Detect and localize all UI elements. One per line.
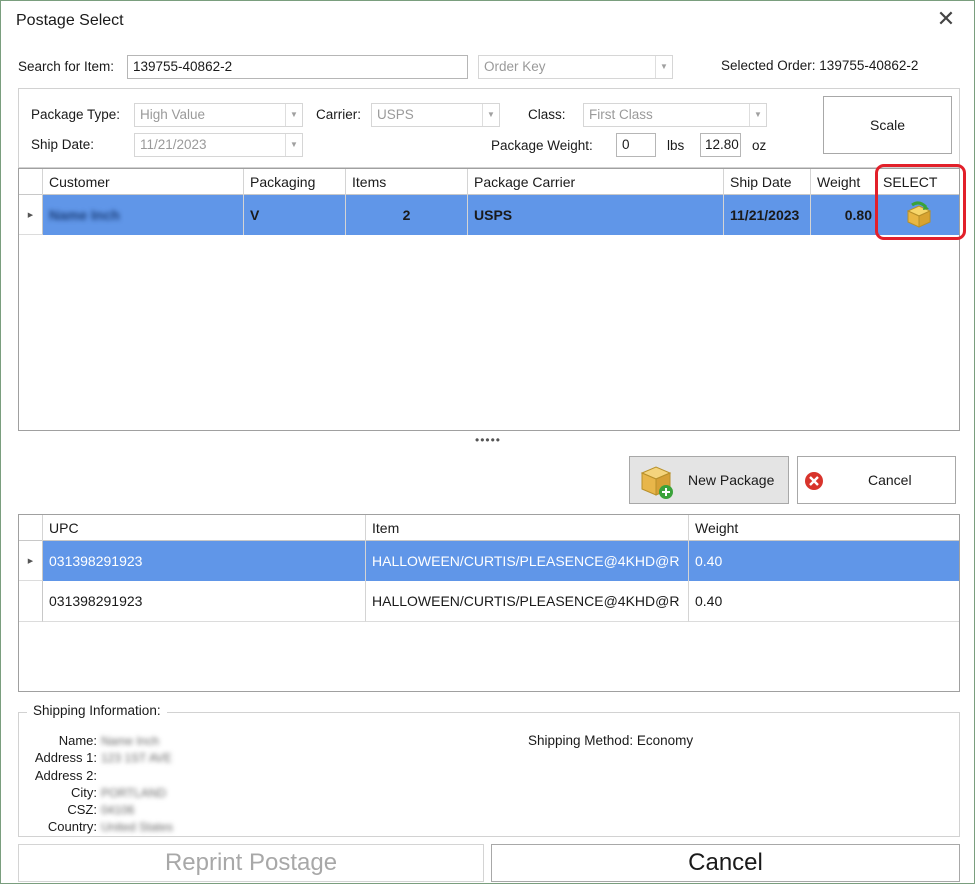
ship-date-picker[interactable]: 11/21/2023 ▼: [134, 133, 303, 157]
ship-date-cell: 11/21/2023: [724, 195, 811, 235]
cancel-package-label: Cancel: [868, 472, 912, 488]
lbs-unit-label: lbs: [667, 138, 685, 153]
splitter-handle[interactable]: •••••: [475, 433, 501, 447]
row-header-corner: [19, 515, 43, 541]
col-upc[interactable]: UPC: [43, 515, 366, 541]
carrier-value: USPS: [377, 107, 414, 122]
items-grid-header: UPC Item Weight: [19, 515, 959, 541]
row-indicator-icon: ▶: [19, 195, 43, 235]
carrier-label: Carrier:: [316, 107, 362, 122]
orders-grid-header: Customer Packaging Items Package Carrier…: [19, 169, 959, 195]
shipping-method: Shipping Method: Economy: [528, 733, 694, 748]
cancel-package-button[interactable]: Cancel: [797, 456, 956, 504]
city-value: PORTLAND: [101, 786, 167, 800]
address2-label: Address 2:: [34, 768, 97, 783]
address1-label: Address 1:: [34, 750, 97, 765]
col-customer[interactable]: Customer: [43, 169, 244, 195]
col-items[interactable]: Items: [346, 169, 468, 195]
col-ship-date[interactable]: Ship Date: [724, 169, 811, 195]
window-title: Postage Select: [16, 12, 124, 29]
chevron-down-icon: ▼: [482, 104, 499, 126]
package-type-select[interactable]: High Value ▼: [134, 103, 303, 127]
col-packaging[interactable]: Packaging: [244, 169, 346, 195]
new-package-label: New Package: [688, 472, 775, 488]
search-key-combo[interactable]: Order Key ▼: [478, 55, 673, 79]
title-bar: Postage Select ✕: [1, 1, 974, 41]
country-label: Country:: [47, 819, 97, 834]
country-value: United States: [101, 820, 174, 834]
row-header-corner: [19, 169, 43, 195]
select-highlight-annotation: [875, 164, 966, 240]
cancel-button[interactable]: Cancel: [491, 844, 960, 882]
items-grid: UPC Item Weight ▶ 031398291923 HALLOWEEN…: [18, 514, 960, 692]
class-label: Class:: [528, 107, 566, 122]
chevron-down-icon: ▼: [285, 104, 302, 126]
item-cell: HALLOWEEN/CURTIS/PLEASENCE@4KHD@R: [366, 581, 689, 622]
shipping-info-legend: Shipping Information:: [27, 703, 167, 718]
weight-lbs-input[interactable]: 0: [616, 133, 656, 157]
reprint-postage-button[interactable]: Reprint Postage: [18, 844, 484, 882]
col-item-weight[interactable]: Weight: [689, 515, 959, 541]
table-row[interactable]: ▶ 031398291923 HALLOWEEN/CURTIS/PLEASENC…: [19, 541, 959, 581]
name-label: Name:: [58, 733, 97, 748]
items-cell: 2: [346, 195, 468, 235]
name-value: Name Inch: [101, 734, 160, 748]
chevron-down-icon: ▼: [655, 56, 672, 78]
customer-name: Name Inch: [49, 207, 120, 223]
item-weight-cell: 0.40: [695, 553, 723, 569]
class-select[interactable]: First Class ▼: [583, 103, 767, 127]
upc-cell: 031398291923: [43, 541, 366, 581]
oz-unit-label: oz: [752, 138, 767, 153]
col-item[interactable]: Item: [366, 515, 689, 541]
selected-order-label: Selected Order: 139755-40862-2: [721, 58, 919, 73]
item-weight-cell: 0.40: [689, 581, 959, 622]
upc-cell: 031398291923: [43, 581, 366, 622]
new-package-icon: [640, 466, 673, 499]
packaging-cell: V: [244, 195, 346, 235]
ship-date-label: Ship Date:: [31, 137, 95, 152]
search-key-combo-value: Order Key: [484, 59, 546, 74]
customer-cell: Name Inch: [43, 195, 244, 235]
package-weight-label: Package Weight:: [491, 138, 593, 153]
scale-button[interactable]: Scale: [823, 96, 952, 154]
weight-oz-input[interactable]: 12.80: [700, 133, 741, 157]
table-row[interactable]: ▶ Name Inch V 2 USPS 11/21/2023 0.80: [19, 195, 959, 235]
item-cell: HALLOWEEN/CURTIS/PLEASENCE@4KHD@R: [366, 541, 689, 581]
search-input[interactable]: 139755-40862-2: [127, 55, 468, 79]
row-indicator-icon: ▶: [19, 541, 43, 581]
address1-value: 123 1ST AVE: [101, 751, 172, 765]
orders-grid: Customer Packaging Items Package Carrier…: [18, 168, 960, 431]
package-type-label: Package Type:: [31, 107, 121, 122]
close-icon[interactable]: ✕: [935, 7, 957, 31]
chevron-down-icon: ▼: [749, 104, 766, 126]
class-value: First Class: [589, 107, 653, 122]
package-type-value: High Value: [140, 107, 206, 122]
col-package-carrier[interactable]: Package Carrier: [468, 169, 724, 195]
shipping-info-group: Shipping Information: Name: Name Inch Ad…: [18, 703, 960, 837]
search-label: Search for Item:: [18, 59, 115, 74]
weight-cell: 0.80: [811, 195, 877, 235]
chevron-down-icon: ▼: [285, 134, 302, 156]
csz-label: CSZ:: [67, 802, 97, 817]
new-package-button[interactable]: New Package: [629, 456, 789, 504]
col-weight[interactable]: Weight: [811, 169, 877, 195]
city-label: City:: [71, 785, 97, 800]
carrier-select[interactable]: USPS ▼: [371, 103, 500, 127]
row-header: [19, 581, 43, 622]
table-row[interactable]: 031398291923 HALLOWEEN/CURTIS/PLEASENCE@…: [19, 581, 959, 622]
cancel-icon: [805, 472, 823, 490]
postage-select-window: Postage Select ✕ Search for Item: 139755…: [0, 0, 975, 884]
csz-value: 04106: [101, 803, 135, 817]
package-carrier-cell: USPS: [468, 195, 724, 235]
ship-date-value: 11/21/2023: [140, 137, 207, 152]
